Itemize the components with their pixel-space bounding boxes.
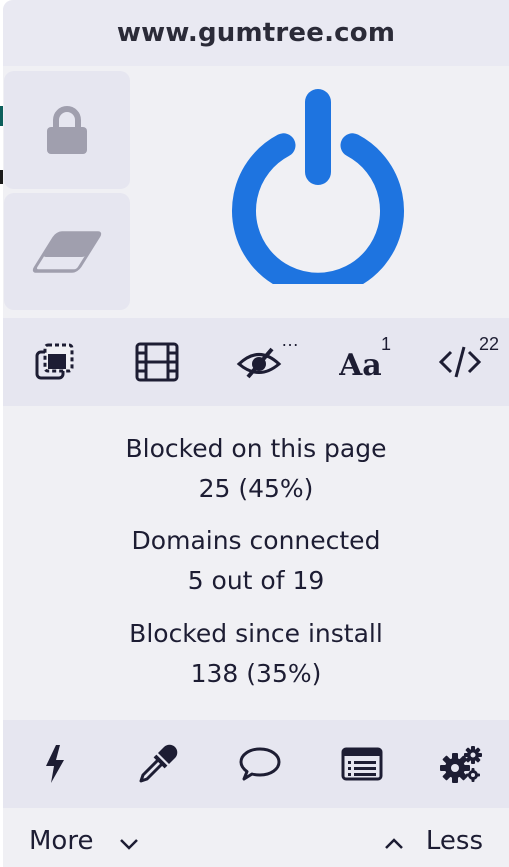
bottom-toolbar [3, 720, 509, 808]
zapper-button[interactable] [3, 720, 107, 808]
speech-bubble-icon [239, 747, 281, 781]
blocked-install-label: Blocked since install [129, 619, 383, 648]
remote-fonts-toggle[interactable]: Aa 1 [311, 318, 411, 406]
lock-button[interactable] [4, 71, 130, 190]
lightning-icon [46, 745, 64, 783]
lock-icon [47, 106, 87, 154]
no-popups-toggle[interactable] [3, 318, 107, 406]
blocked-page-value: 25 (45%) [198, 474, 314, 503]
more-button[interactable]: More [29, 826, 139, 856]
hostname-header: www.gumtree.com [3, 0, 509, 66]
more-label: More [29, 826, 94, 856]
stats-panel: Blocked on this page 25 (45%) Domains co… [3, 406, 509, 720]
javascript-icon [438, 346, 482, 378]
javascript-badge: 22 [479, 334, 500, 354]
logger-button[interactable] [311, 720, 413, 808]
settings-gears-icon [440, 746, 482, 783]
chevron-up-icon [384, 838, 403, 849]
popup-block-icon [35, 343, 74, 380]
media-block-icon [135, 342, 179, 382]
per-site-toolbar: … Aa 1 22 [3, 318, 509, 406]
cosmetic-filter-icon [236, 347, 282, 379]
picker-button[interactable] [107, 720, 209, 808]
logger-list-icon [341, 747, 383, 781]
footer: More Less [3, 808, 509, 867]
chevron-down-icon [120, 839, 139, 850]
less-button[interactable]: Less [384, 826, 483, 856]
domains-value: 5 out of 19 [187, 566, 325, 595]
cosmetic-filter-badge: … [281, 330, 299, 350]
remote-fonts-icon: Aa [339, 348, 382, 379]
blocked-page-label: Blocked on this page [125, 434, 387, 463]
domains-label: Domains connected [131, 526, 381, 555]
blocked-install-value: 138 (35%) [190, 659, 322, 688]
side-tools [3, 66, 130, 312]
blocker-popup: www.gumtree.com … Aa 1 22 Blocked on thi… [3, 0, 509, 867]
svg-text:Aa: Aa [339, 348, 382, 379]
cosmetic-filtering-toggle[interactable]: … [207, 318, 311, 406]
no-media-toggle[interactable] [107, 318, 207, 406]
eraser-icon [32, 230, 102, 273]
power-icon[interactable] [227, 88, 409, 284]
javascript-toggle[interactable]: 22 [411, 318, 509, 406]
remote-fonts-badge: 1 [381, 334, 392, 354]
eraser-button[interactable] [4, 193, 130, 310]
settings-button[interactable] [413, 720, 509, 808]
report-button[interactable] [209, 720, 311, 808]
less-label: Less [425, 826, 483, 856]
power-area [130, 66, 509, 318]
eyedropper-icon [139, 744, 178, 783]
